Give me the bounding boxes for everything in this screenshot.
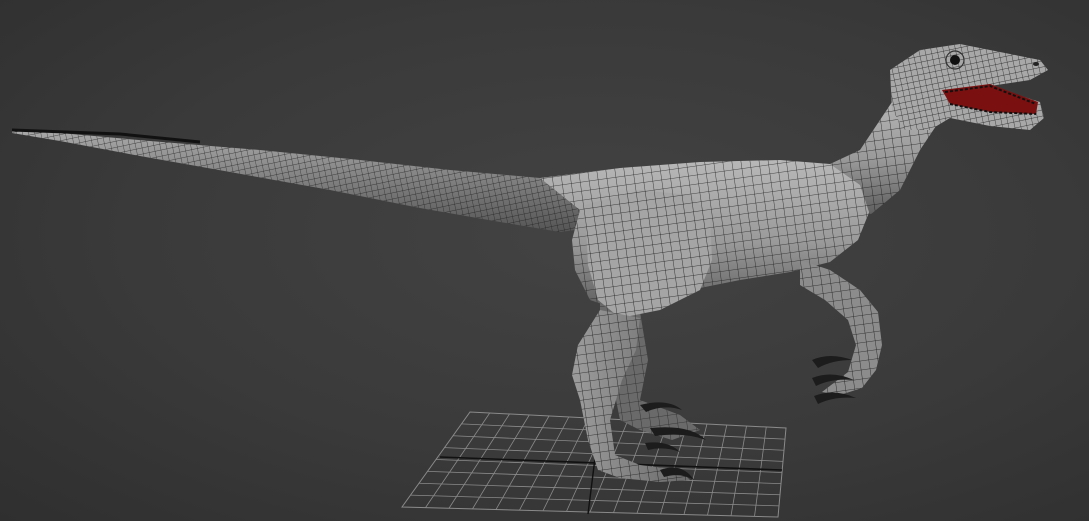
- viewport-scene[interactable]: [0, 0, 1089, 521]
- grid-line: [461, 423, 786, 440]
- claw-4: [645, 442, 680, 452]
- hand-claw-1: [812, 356, 852, 368]
- grid-line: [418, 482, 781, 496]
- grid-line: [427, 470, 782, 485]
- hand-claw-3: [814, 392, 856, 404]
- grid-line: [452, 435, 785, 451]
- grid-line: [410, 494, 780, 507]
- 3d-viewport[interactable]: [0, 0, 1089, 521]
- raptor-eye: [950, 55, 960, 65]
- raptor-model[interactable]: [11, 44, 1048, 482]
